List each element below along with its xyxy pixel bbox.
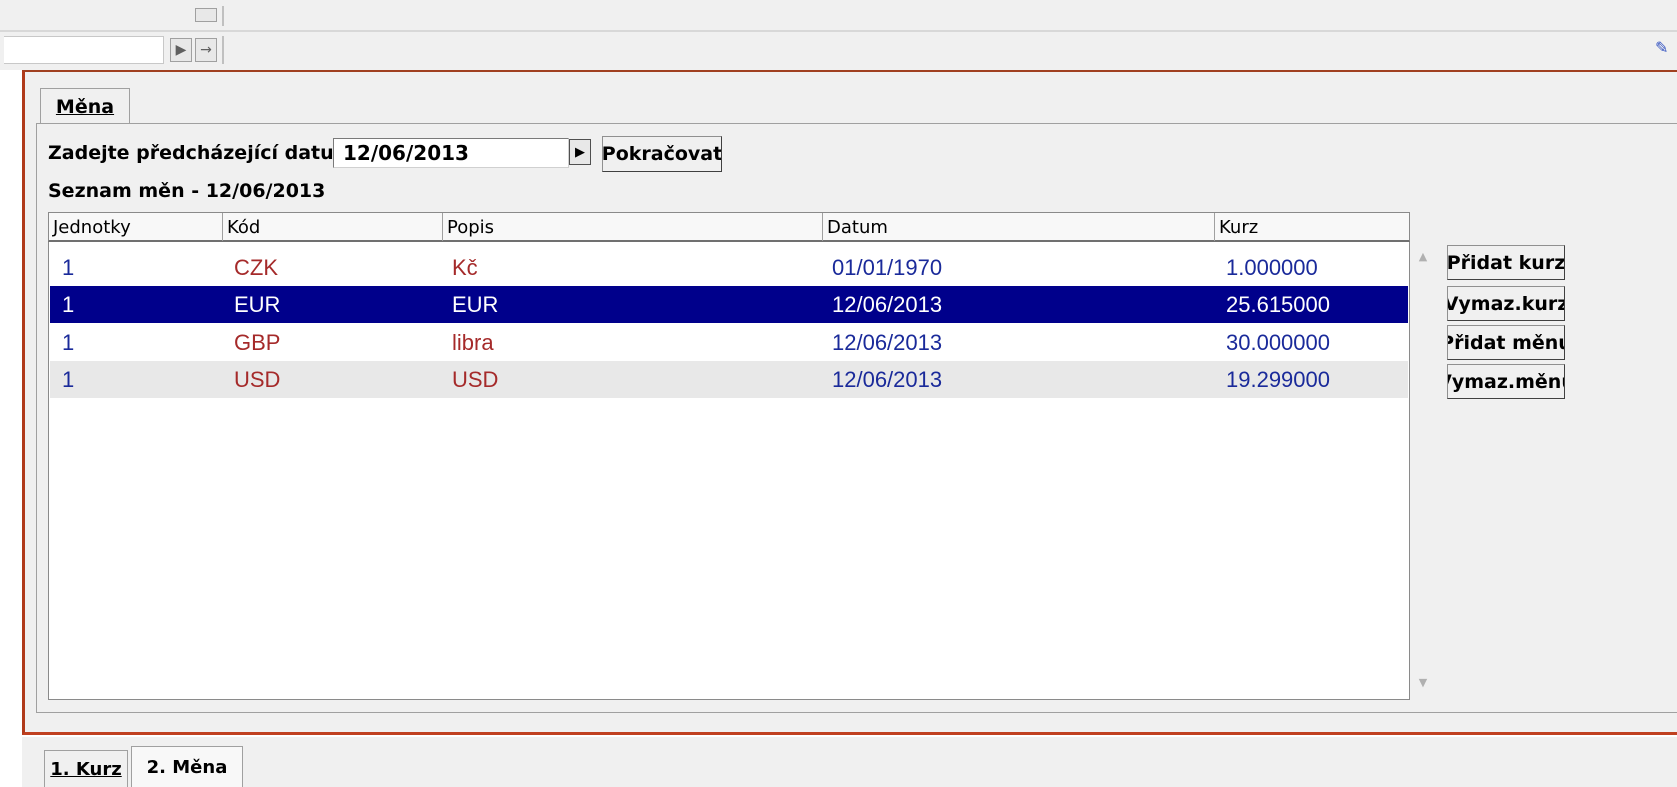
right-tool-icon[interactable]: ✎ [1655,38,1675,62]
date-picker-play-icon[interactable]: ▶ [569,139,591,165]
cell-date: 12/06/2013 [832,291,943,317]
play-icon[interactable]: ▶ [170,38,192,62]
cell-code: CZK [234,254,278,280]
cell-date: 12/06/2013 [832,366,943,392]
delete-rate-button[interactable]: Vymaz.kurz [1447,286,1565,321]
toolbar-separator [222,36,224,64]
cell-desc: USD [452,366,499,392]
vertical-scrollbar[interactable] [1410,244,1436,700]
cell-units: 1 [62,254,75,280]
table-row-selected[interactable]: 1 EUR EUR 12/06/2013 25.615000 [50,286,1408,323]
toolbar-input[interactable] [4,36,164,64]
date-input[interactable]: 12/06/2013 [333,138,569,168]
toolbar-separator [222,6,224,26]
arrow-right-icon[interactable]: → [195,38,217,62]
col-header-desc[interactable]: Popis [443,213,823,241]
table-row[interactable]: 1 USD USD 12/06/2013 19.299000 [50,361,1408,398]
col-header-date[interactable]: Datum [823,213,1215,241]
tab-mena-bottom-label: 2. Měna [146,756,228,778]
cell-units: 1 [62,329,75,355]
tab-kurz[interactable]: 1. Kurz [44,750,128,787]
bottom-tab-strip [22,737,1677,787]
continue-button[interactable]: Pokračovat [602,136,722,172]
list-title: Seznam měn - 12/06/2013 [48,180,326,202]
cell-units: 1 [62,291,75,317]
delete-currency-button[interactable]: Vymaz.měnu [1447,364,1565,399]
tab-mena-label: Měna [55,95,115,118]
cell-rate: 25.615000 [1226,291,1330,317]
cell-rate: 1.000000 [1226,254,1318,280]
toolbar-top-button[interactable] [195,8,217,22]
col-header-units[interactable]: Jednotky [49,213,223,241]
toolbar [0,0,1677,70]
col-header-rate[interactable]: Kurz [1215,213,1409,241]
cell-code: USD [234,366,281,392]
table-row[interactable]: 1 CZK Kč 01/01/1970 1.000000 [50,249,1408,286]
date-label: Zadejte předcházející datu [48,142,334,164]
table-row[interactable]: 1 GBP libra 12/06/2013 30.000000 [50,324,1408,361]
tab-mena[interactable]: Měna [40,88,130,124]
cell-rate: 30.000000 [1226,329,1330,355]
tab-kurz-label: 1. Kurz [50,758,122,780]
col-header-code[interactable]: Kód [223,213,443,241]
cell-date: 12/06/2013 [832,329,943,355]
add-rate-button[interactable]: Přidat kurz [1447,245,1565,280]
scroll-down-icon[interactable]: ▼ [1413,676,1433,692]
cell-code: GBP [234,329,281,355]
toolbar-divider [0,30,1677,32]
cell-rate: 19.299000 [1226,366,1330,392]
cell-date: 01/01/1970 [832,254,943,280]
cell-desc: libra [452,329,494,355]
cell-code: EUR [234,291,281,317]
cell-desc: EUR [452,291,499,317]
cell-desc: Kč [452,254,478,280]
cell-units: 1 [62,366,75,392]
add-currency-button[interactable]: Přidat měnu [1447,325,1565,360]
tab-mena-bottom[interactable]: 2. Měna [131,746,243,787]
table-header: Jednotky Kód Popis Datum Kurz [48,212,1410,242]
scroll-up-icon[interactable]: ▲ [1413,250,1433,266]
